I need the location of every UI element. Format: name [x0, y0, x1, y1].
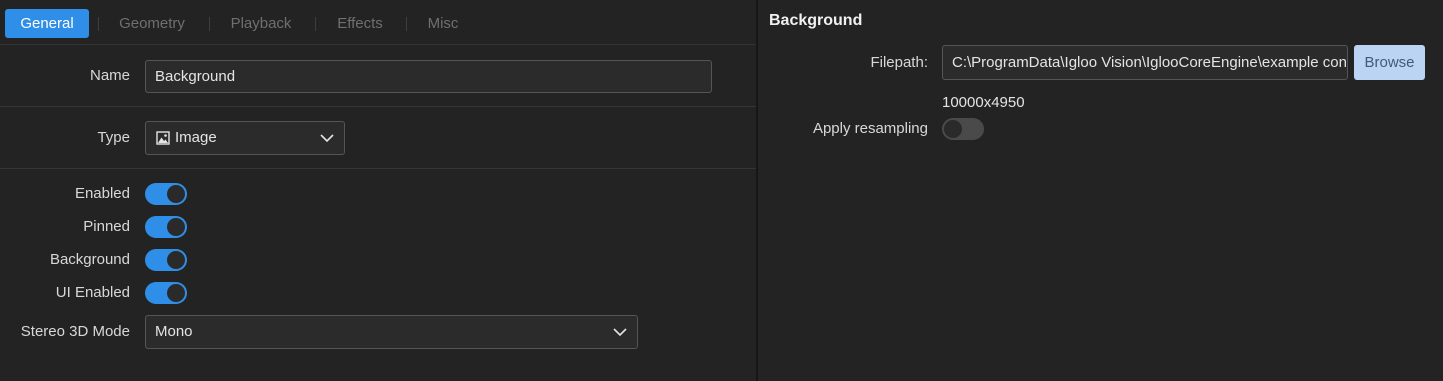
row-divider: [0, 106, 756, 107]
background-panel: Background Filepath: C:\ProgramData\Iglo…: [758, 0, 1443, 381]
tab-general[interactable]: General: [5, 9, 89, 38]
toggle-knob: [167, 185, 185, 203]
filepath-label: Filepath:: [870, 54, 928, 71]
tab-separator: [406, 17, 407, 31]
stereo-mode-label: Stereo 3D Mode: [20, 323, 130, 340]
type-label: Type: [97, 129, 130, 146]
image-icon: [156, 131, 170, 145]
tab-playback[interactable]: Playback: [218, 9, 304, 38]
toggle-knob: [167, 218, 185, 236]
section-title: Background: [769, 12, 863, 29]
ui-enabled-toggle[interactable]: [145, 282, 187, 304]
app-window: General Geometry Playback Effects Misc N…: [0, 0, 1443, 381]
toggle-knob: [167, 284, 185, 302]
image-resolution: 10000x4950: [942, 94, 1025, 111]
browse-button[interactable]: Browse: [1354, 45, 1425, 80]
tab-bar: General Geometry Playback Effects Misc: [0, 0, 756, 45]
name-label: Name: [89, 67, 130, 84]
pinned-label: Pinned: [83, 218, 130, 235]
row-divider: [0, 168, 756, 169]
chevron-down-icon: [320, 134, 334, 143]
tab-separator: [209, 17, 210, 31]
apply-resampling-label: Apply resampling: [812, 120, 928, 137]
tab-misc[interactable]: Misc: [415, 9, 471, 38]
enabled-label: Enabled: [74, 185, 130, 202]
tab-effects[interactable]: Effects: [324, 9, 396, 38]
name-input[interactable]: Background: [145, 60, 712, 93]
background-label: Background: [49, 251, 130, 268]
filepath-input[interactable]: C:\ProgramData\Igloo Vision\IglooCoreEng…: [942, 45, 1348, 80]
chevron-down-icon: [613, 328, 627, 337]
background-toggle[interactable]: [145, 249, 187, 271]
toggle-knob: [167, 251, 185, 269]
type-value: Image: [175, 129, 217, 146]
type-select[interactable]: Image: [145, 121, 345, 155]
pinned-toggle[interactable]: [145, 216, 187, 238]
toggle-knob: [944, 120, 962, 138]
tab-separator: [315, 17, 316, 31]
stereo-mode-select[interactable]: Mono: [145, 315, 638, 349]
stereo-mode-value: Mono: [155, 323, 193, 340]
properties-panel: General Geometry Playback Effects Misc N…: [0, 0, 756, 381]
ui-enabled-label: UI Enabled: [55, 284, 130, 301]
tab-geometry[interactable]: Geometry: [107, 9, 197, 38]
tab-separator: [98, 17, 99, 31]
apply-resampling-toggle[interactable]: [942, 118, 984, 140]
enabled-toggle[interactable]: [145, 183, 187, 205]
